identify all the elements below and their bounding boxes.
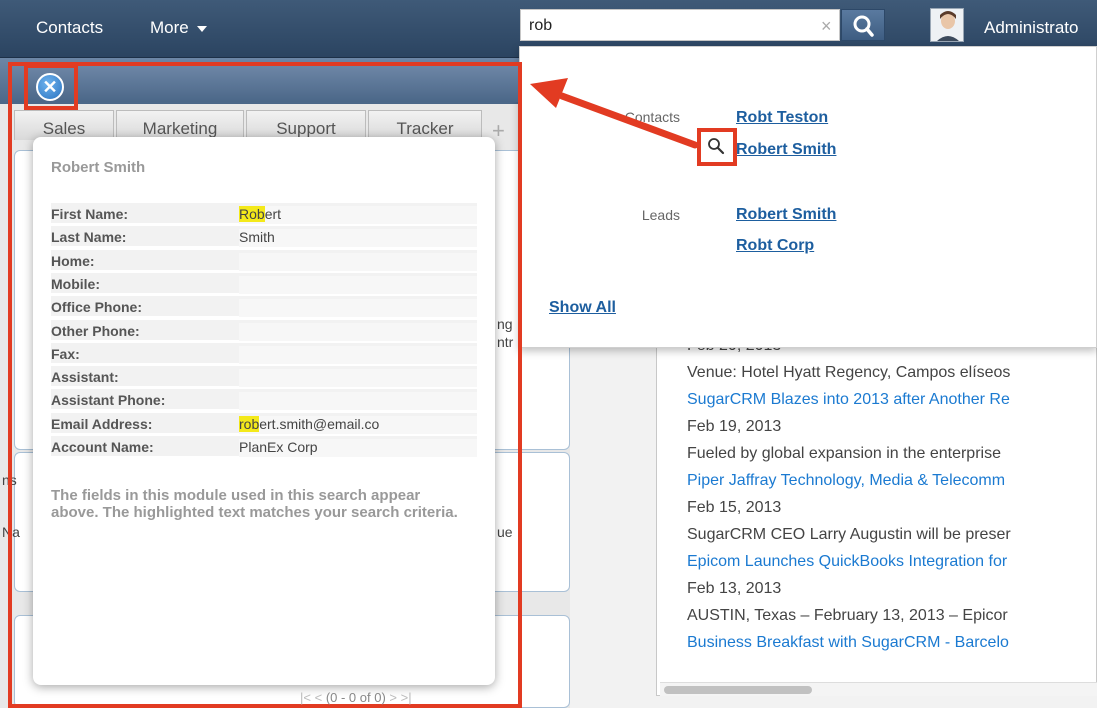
preview-field-row: Other Phone:: [51, 319, 477, 341]
field-label: Account Name:: [51, 439, 154, 455]
news-text: Venue: Hotel Hyatt Regency, Campos elíse…: [687, 364, 1011, 381]
search-match-highlight: Rob: [239, 206, 265, 222]
preview-button[interactable]: [697, 128, 737, 166]
field-value: Smith: [239, 229, 477, 248]
news-link[interactable]: Piper Jaffray Technology, Media & Teleco…: [687, 472, 1005, 490]
result-link[interactable]: Robert Smith: [736, 206, 836, 224]
magnifier-icon: [708, 138, 725, 155]
field-label: Email Address:: [51, 415, 153, 432]
global-search-input[interactable]: rob ×: [520, 9, 840, 41]
news-link[interactable]: Business Breakfast with SugarCRM - Barce…: [687, 634, 1009, 652]
field-value: [239, 299, 477, 318]
field-value: [239, 392, 477, 411]
preview-field-row: Email Address: robert.smith@email.co: [51, 412, 477, 434]
preview-field-row: Assistant Phone:: [51, 389, 477, 411]
field-label: Last Name:: [51, 229, 127, 246]
field-label: Assistant:: [51, 369, 119, 386]
news-text: Fueled by global expansion in the enterp…: [687, 445, 1001, 462]
news-text: SugarCRM CEO Larry Augustin will be pres…: [687, 526, 1011, 543]
news-text: Feb 19, 2013: [687, 418, 782, 435]
field-label: Mobile:: [51, 275, 100, 292]
search-match-highlight: rob: [239, 415, 260, 432]
field-label: Assistant Phone:: [51, 392, 166, 409]
preview-field-row: Mobile:: [51, 272, 477, 294]
field-label: Home:: [51, 252, 95, 269]
avatar[interactable]: [930, 8, 964, 42]
field-label: Office Phone:: [51, 299, 143, 316]
result-link[interactable]: Robt Teston: [736, 109, 828, 127]
first-page-icon[interactable]: |<: [300, 690, 311, 705]
user-menu[interactable]: Administrato: [984, 18, 1078, 38]
clear-icon[interactable]: ×: [821, 16, 832, 37]
nav-contacts[interactable]: Contacts: [36, 18, 103, 38]
pager-count: (0 - 0 of 0): [325, 690, 386, 705]
result-link[interactable]: Robert Smith: [736, 141, 836, 159]
user-avatar-icon: [931, 9, 963, 41]
preview-field-row: Fax:: [51, 342, 477, 364]
field-value: [239, 252, 477, 271]
nav-more-label: More: [150, 18, 189, 37]
search-query[interactable]: rob: [529, 17, 552, 35]
preview-field-row: Account Name: PlanEx Corp: [51, 436, 477, 457]
preview-field-row: Office Phone:: [51, 296, 477, 318]
field-value: PlanEx Corp: [239, 439, 477, 457]
next-page-icon[interactable]: >: [389, 690, 397, 705]
field-value: Robert: [239, 206, 477, 224]
show-all-link[interactable]: Show All: [549, 299, 616, 317]
field-value: [239, 345, 477, 364]
news-link[interactable]: SugarCRM Blazes into 2013 after Another …: [687, 391, 1010, 409]
preview-field-row: First Name: Robert: [51, 203, 477, 224]
news-text: Feb 15, 2013: [687, 499, 782, 516]
pager: |< < (0 - 0 of 0) > >|: [300, 690, 412, 705]
preview-title: Robert Smith: [51, 159, 146, 176]
search-button[interactable]: [841, 9, 885, 41]
leads-group-label: Leads: [641, 207, 680, 223]
preview-field-row: Last Name: Smith: [51, 226, 477, 248]
scrollbar-thumb[interactable]: [664, 686, 812, 694]
preview-note: The fields in this module used in this s…: [51, 487, 458, 521]
field-label: First Name:: [51, 206, 129, 222]
preview-card: Robert Smith First Name: Robert Last Name:…: [33, 137, 495, 685]
field-value-text: ert.smith@email.co: [259, 415, 380, 432]
search-icon: [853, 15, 874, 37]
horizontal-scrollbar[interactable]: [660, 682, 1097, 696]
page: Sales Marketing Support Tracker + ng ntr…: [0, 0, 1097, 708]
preview-field-row: Assistant:: [51, 366, 477, 388]
last-page-icon[interactable]: >|: [401, 690, 412, 705]
news-text: AUSTIN, Texas – February 13, 2013 – Epic…: [687, 607, 1008, 624]
chevron-down-icon: [196, 25, 207, 32]
result-link[interactable]: Robt Corp: [736, 237, 814, 255]
field-label: Fax:: [51, 345, 80, 362]
field-label: Other Phone:: [51, 322, 140, 339]
field-value: robert.smith@email.co: [239, 415, 477, 434]
field-value-text: ert: [264, 206, 282, 222]
field-value-text: PlanEx Corp: [239, 439, 318, 455]
field-value: [239, 322, 477, 341]
search-results-dropdown: Contacts Robt Teston Robert Smith Leads …: [519, 46, 1097, 348]
close-icon[interactable]: ✕: [36, 73, 64, 101]
field-value: [239, 275, 477, 294]
field-value-text: Smith: [239, 229, 275, 246]
preview-field-row: Home:: [51, 249, 477, 271]
news-link[interactable]: Epicom Launches QuickBooks Integration f…: [687, 553, 1007, 571]
previous-page-icon[interactable]: <: [315, 690, 323, 705]
news-text: Feb 13, 2013: [687, 580, 782, 597]
nav-more[interactable]: More: [150, 18, 207, 38]
contacts-group-label: Contacts: [624, 109, 680, 125]
field-value: [239, 369, 477, 388]
